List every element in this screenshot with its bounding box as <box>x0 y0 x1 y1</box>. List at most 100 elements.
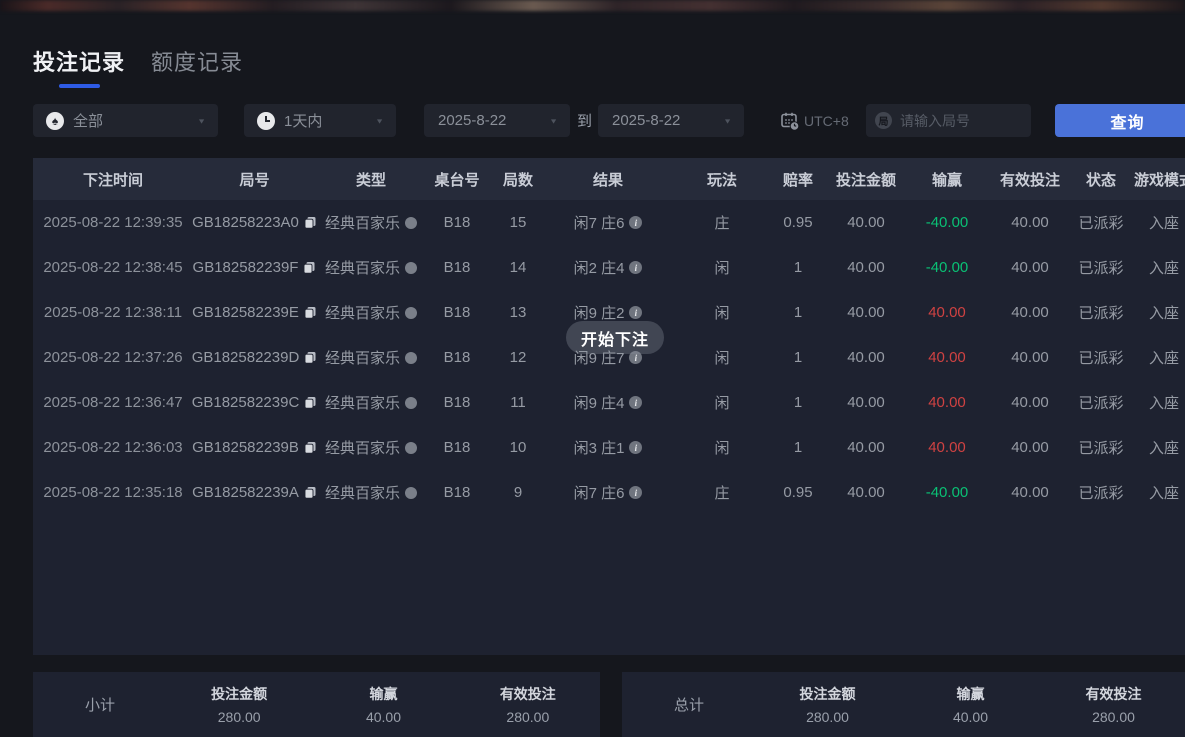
timezone-label: UTC+8 <box>804 113 849 129</box>
time-range-dropdown[interactable]: 1天内 ▼ <box>244 104 396 137</box>
betting-records-screen: 投注记录 额度记录 ♠ 全部 ▼ 1天内 ▼ 2025-8-22 ▼ 到 202… <box>0 0 1185 737</box>
round-id-cell: GB182582239C <box>193 394 316 411</box>
bet-amount: 40.00 <box>820 394 912 411</box>
bet-time: 2025-08-22 12:38:11 <box>33 304 193 321</box>
game-type-cell: 经典百家乐 <box>316 302 426 323</box>
round-id: GB18258223A0 <box>192 214 299 231</box>
calendar-clock-icon <box>779 110 801 132</box>
play: 闲 <box>668 257 776 278</box>
live-video-strip <box>0 0 1185 11</box>
col-result: 结果 <box>548 169 668 190</box>
info-icon[interactable]: i <box>629 306 642 319</box>
game-type: 经典百家乐 <box>325 212 400 233</box>
status-badge: 已派彩 <box>1078 347 1124 368</box>
valid-bet: 40.00 <box>982 484 1078 501</box>
game-mode: 入座 <box>1124 392 1185 413</box>
total-validbet: 有效投注 280.00 <box>1042 684 1185 725</box>
date-from-picker[interactable]: 2025-8-22 ▼ <box>424 104 570 137</box>
odds: 1 <box>776 304 820 321</box>
info-icon[interactable]: i <box>629 486 642 499</box>
odds: 1 <box>776 349 820 366</box>
status-badge: 已派彩 <box>1078 392 1124 413</box>
info-icon[interactable]: i <box>629 261 642 274</box>
bet-time: 2025-08-22 12:39:35 <box>33 214 193 231</box>
result: 闲3 庄1 <box>574 437 625 458</box>
play: 闲 <box>668 392 776 413</box>
valid-bet: 40.00 <box>982 259 1078 276</box>
win-loss: 40.00 <box>912 304 982 321</box>
subtotal-amount-label: 投注金额 <box>211 684 267 704</box>
copy-icon[interactable] <box>304 486 317 499</box>
result: 闲2 庄4 <box>574 257 625 278</box>
query-button[interactable]: 查询 <box>1055 104 1185 137</box>
bet-time: 2025-08-22 12:36:03 <box>33 439 193 456</box>
bet-time: 2025-08-22 12:36:47 <box>33 394 193 411</box>
win-loss: -40.00 <box>912 484 982 501</box>
win-loss: -40.00 <box>912 259 982 276</box>
game-type: 经典百家乐 <box>325 347 400 368</box>
tab-betting-records-label: 投注记录 <box>33 45 125 77</box>
shoe-round: 10 <box>488 439 548 456</box>
table-body: 2025-08-22 12:39:35 GB18258223A0 经典百家乐 B… <box>33 200 1185 655</box>
bet-amount: 40.00 <box>820 484 912 501</box>
shoe-round: 12 <box>488 349 548 366</box>
date-range-to-label: 到 <box>577 104 592 137</box>
game-type-dot-icon <box>405 397 417 409</box>
round-id-cell: GB182582239B <box>193 439 316 456</box>
info-icon[interactable]: i <box>629 216 642 229</box>
round-id: GB182582239F <box>193 259 299 276</box>
win-loss: 40.00 <box>912 349 982 366</box>
play: 庄 <box>668 212 776 233</box>
tab-betting-records[interactable]: 投注记录 <box>33 45 125 88</box>
date-to-picker[interactable]: 2025-8-22 ▼ <box>598 104 744 137</box>
valid-bet: 40.00 <box>982 394 1078 411</box>
game-mode: 入座 <box>1124 212 1185 233</box>
table-row: 2025-08-22 12:36:03 GB182582239B 经典百家乐 B… <box>33 425 1185 470</box>
game-type-cell: 经典百家乐 <box>316 437 426 458</box>
subtotal-label: 小计 <box>33 694 167 715</box>
round-id: GB182582239B <box>192 439 299 456</box>
total-amount: 投注金额 280.00 <box>756 684 899 725</box>
col-play: 玩法 <box>668 169 776 190</box>
tab-quota-records[interactable]: 额度记录 <box>151 45 243 88</box>
odds: 1 <box>776 259 820 276</box>
game-mode: 入座 <box>1124 302 1185 323</box>
round-number-input[interactable] <box>900 113 1021 129</box>
win-loss: 40.00 <box>912 439 982 456</box>
round-number-search[interactable]: 局 <box>866 104 1031 137</box>
game-type-dropdown[interactable]: ♠ 全部 ▼ <box>33 104 218 137</box>
subtotal-winloss: 输赢 40.00 <box>311 684 455 725</box>
chevron-down-icon: ▼ <box>197 117 206 125</box>
copy-icon[interactable] <box>303 261 316 274</box>
result-cell: 闲7 庄6 i <box>548 482 668 503</box>
total-label: 总计 <box>622 694 756 715</box>
copy-icon[interactable] <box>304 306 317 319</box>
game-type-dot-icon <box>405 487 417 499</box>
spade-icon: ♠ <box>46 112 64 130</box>
info-icon[interactable]: i <box>629 441 642 454</box>
total-panel: 总计 投注金额 280.00 输赢 40.00 有效投注 280.00 <box>622 672 1185 737</box>
game-type-dot-icon <box>405 307 417 319</box>
info-icon[interactable]: i <box>629 396 642 409</box>
copy-icon[interactable] <box>304 441 317 454</box>
valid-bet: 40.00 <box>982 214 1078 231</box>
shoe-round: 13 <box>488 304 548 321</box>
timezone-indicator[interactable]: UTC+8 <box>779 104 849 137</box>
table-no: B18 <box>426 394 488 411</box>
copy-icon[interactable] <box>304 216 317 229</box>
game-type-dot-icon <box>405 442 417 454</box>
game-type-dot-icon <box>405 352 417 364</box>
bet-time: 2025-08-22 12:38:45 <box>33 259 193 276</box>
table-row: 2025-08-22 12:39:35 GB18258223A0 经典百家乐 B… <box>33 200 1185 245</box>
round-id-cell: GB182582239A <box>193 484 316 501</box>
bet-amount: 40.00 <box>820 214 912 231</box>
subtotal-validbet-value: 280.00 <box>506 709 549 725</box>
subtotal-amount-value: 280.00 <box>218 709 261 725</box>
status-badge: 已派彩 <box>1078 302 1124 323</box>
subtotal-panel: 小计 投注金额 280.00 输赢 40.00 有效投注 280.00 <box>33 672 600 737</box>
subtotal-winloss-label: 输赢 <box>369 684 397 704</box>
total-validbet-label: 有效投注 <box>1086 684 1142 704</box>
odds: 1 <box>776 394 820 411</box>
odds: 0.95 <box>776 484 820 501</box>
result: 闲7 庄6 <box>574 212 625 233</box>
